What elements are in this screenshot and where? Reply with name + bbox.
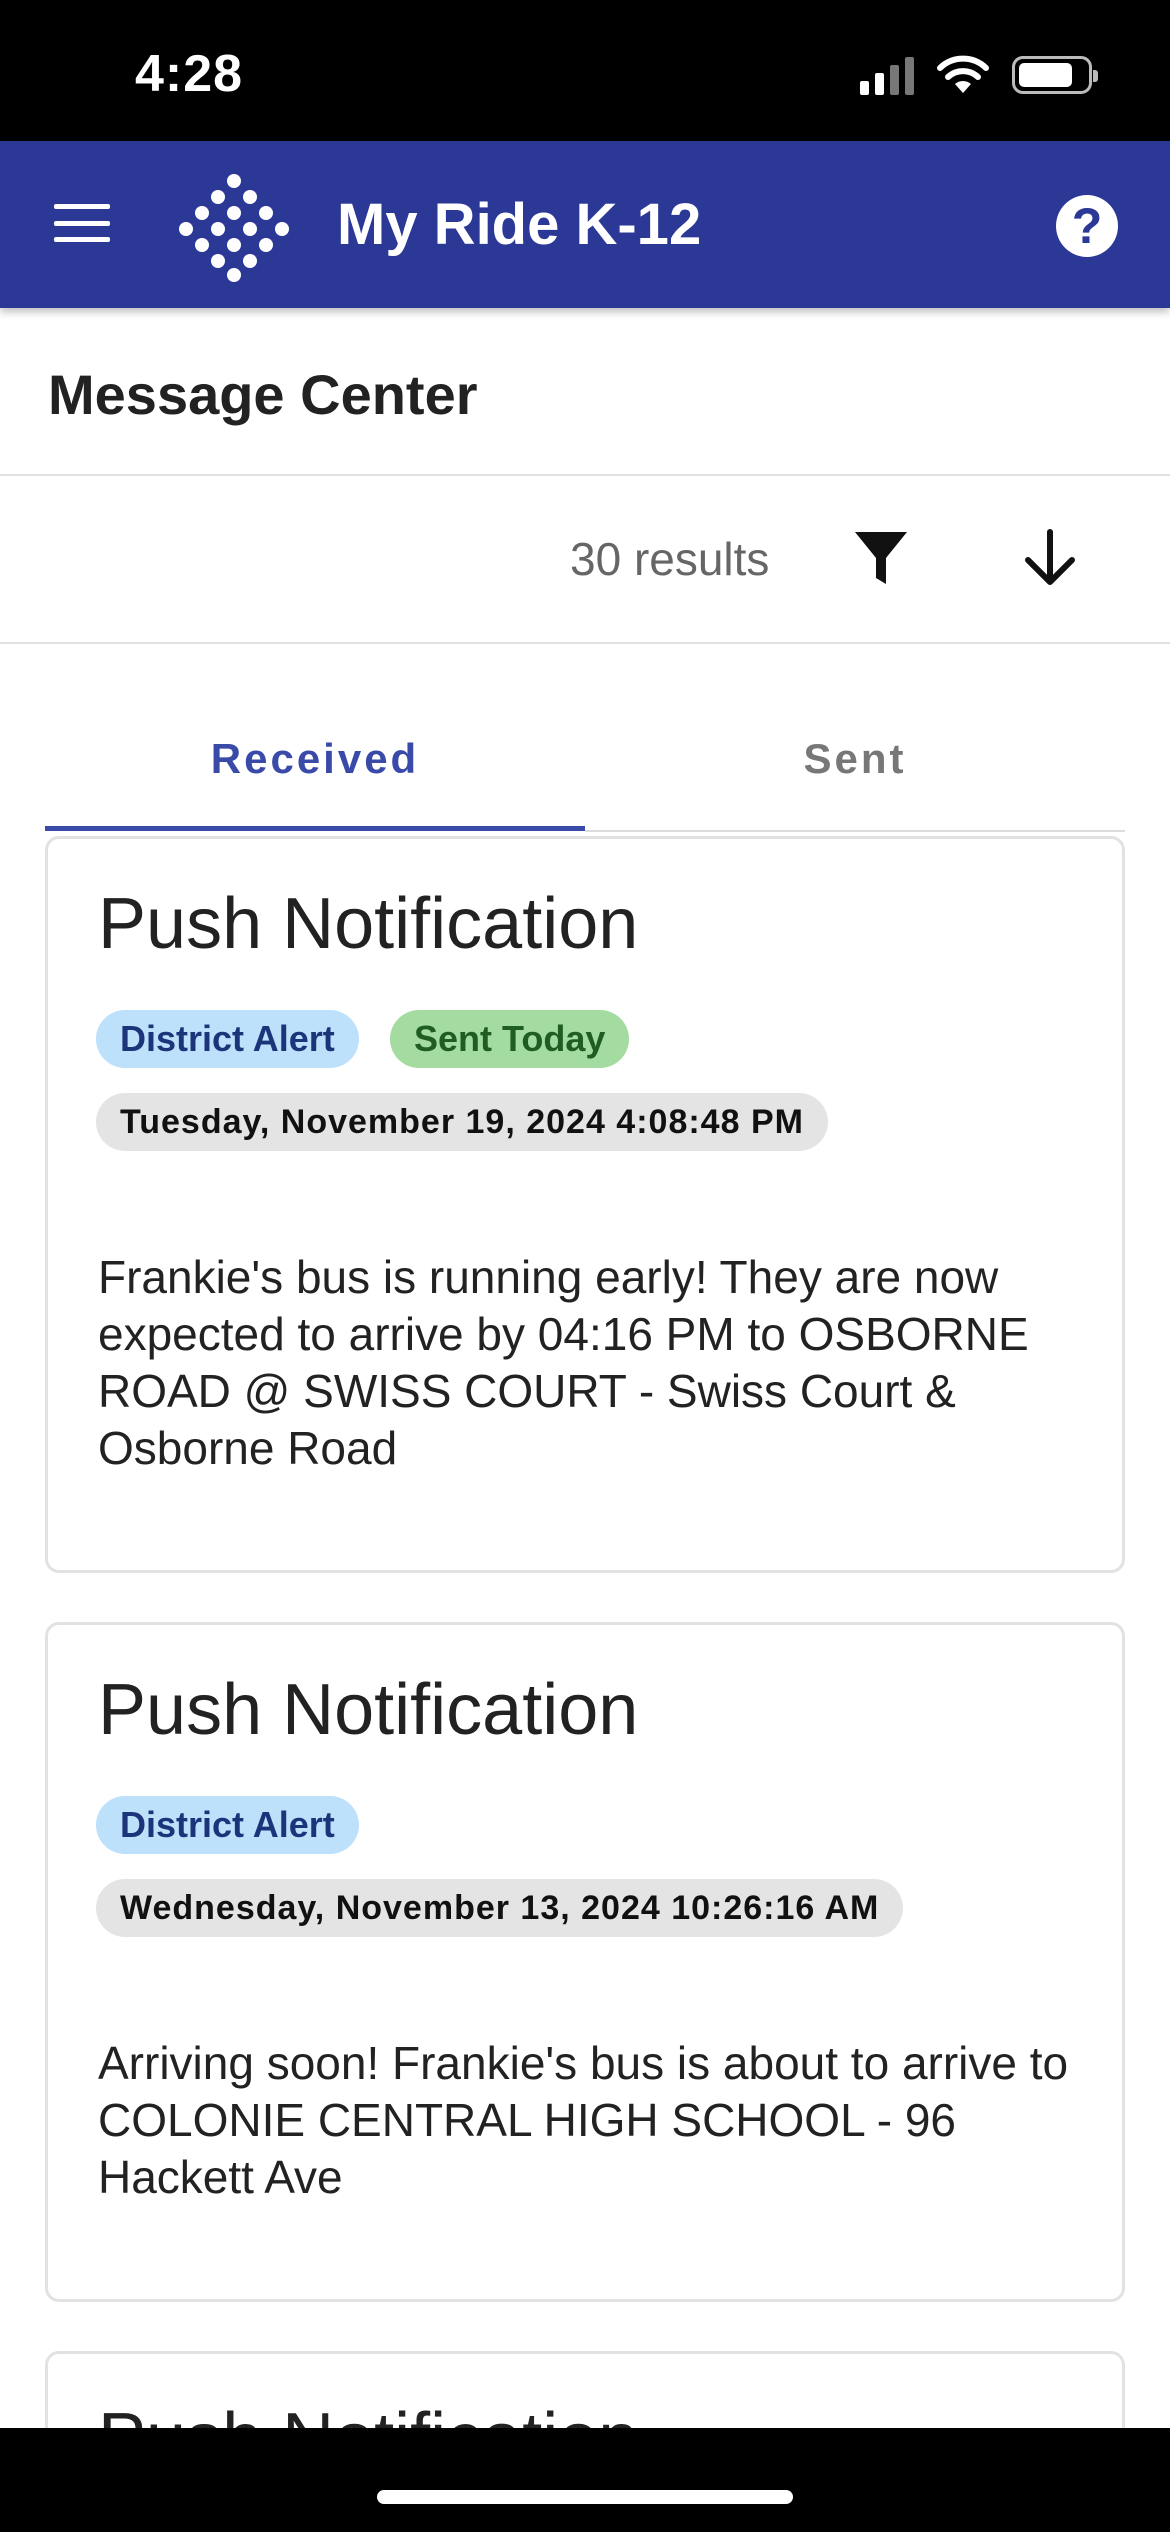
message-body: Frankie's bus is running early! They are…: [98, 1251, 1029, 1474]
app-logo-icon: [179, 174, 289, 282]
menu-button[interactable]: [52, 199, 112, 247]
tab-received[interactable]: Received: [45, 700, 585, 830]
message-date: Wednesday, November 13, 2024 10:26:16 AM: [96, 1879, 904, 1937]
results-count: 30 results: [570, 533, 770, 585]
message-card[interactable]: Push Notification District Alert Sent To…: [45, 836, 1125, 1573]
district-alert-badge: District Alert: [96, 1796, 359, 1854]
message-title: Push Notification: [98, 884, 639, 964]
toolbar-divider: [0, 642, 1170, 644]
menu-icon: [54, 204, 110, 209]
help-icon: ?: [1071, 198, 1103, 254]
home-indicator[interactable]: [377, 2490, 793, 2504]
app-title: My Ride K-12: [337, 192, 702, 257]
status-time: 4:28: [135, 45, 244, 103]
filter-button[interactable]: [852, 528, 910, 588]
status-bar: 4:28: [0, 0, 1170, 141]
sort-button[interactable]: [1020, 528, 1080, 588]
tab-sent[interactable]: Sent: [585, 700, 1125, 830]
app-bar: My Ride K-12 ?: [0, 141, 1170, 308]
cellular-signal-icon: [860, 55, 914, 95]
page-title: Message Center: [48, 363, 478, 426]
tab-divider: [585, 830, 1125, 832]
active-tab-indicator: [45, 826, 585, 831]
message-body: Arriving soon! Frankie's bus is about to…: [98, 2037, 1069, 2203]
filter-icon: [855, 532, 907, 584]
wifi-icon: [937, 55, 989, 93]
help-button[interactable]: ?: [1056, 195, 1118, 257]
home-bar: [0, 2428, 1170, 2532]
arrow-down-icon: [1025, 529, 1075, 585]
battery-icon: [1012, 56, 1098, 94]
header-divider: [0, 474, 1170, 476]
district-alert-badge: District Alert: [96, 1010, 359, 1068]
message-date: Tuesday, November 19, 2024 4:08:48 PM: [96, 1093, 828, 1151]
sent-today-badge: Sent Today: [390, 1010, 630, 1068]
message-card[interactable]: Push Notification District Alert Wednesd…: [45, 1622, 1125, 2302]
message-title: Push Notification: [98, 1670, 639, 1750]
status-icons: [860, 55, 1098, 95]
